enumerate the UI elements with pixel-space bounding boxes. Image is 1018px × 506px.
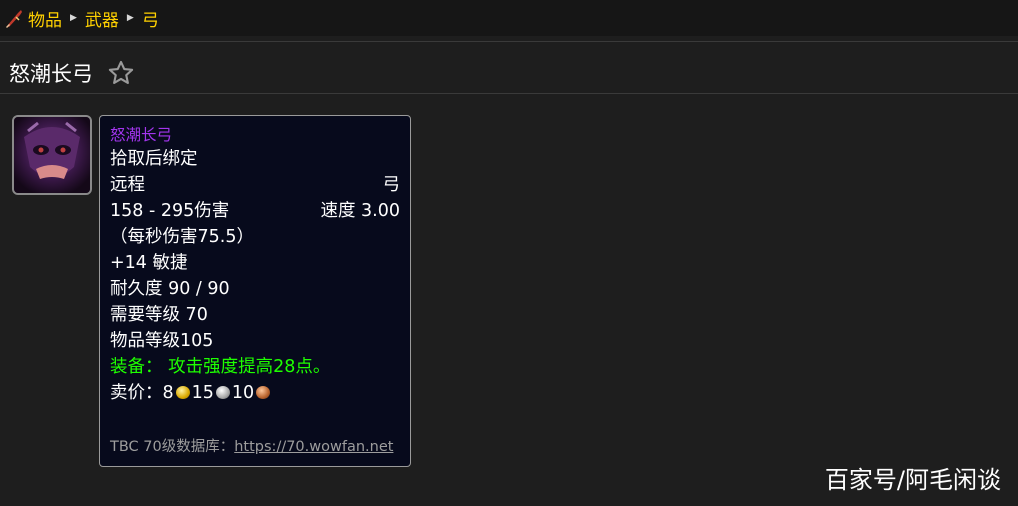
page-title: 怒潮长弓: [9, 62, 93, 86]
damage-row: 158 - 295伤害 速度 3.00: [110, 198, 400, 224]
sell-label: 卖价：: [110, 383, 163, 403]
title-row: 怒潮长弓: [9, 56, 135, 90]
item-binding: 拾取后绑定: [110, 149, 198, 169]
slot-row: 远程 弓: [110, 172, 400, 198]
top-nav-bar: 物品 ▶ 武器 ▶ 弓: [0, 0, 1018, 36]
breadcrumb-bow[interactable]: 弓: [142, 6, 159, 31]
item-slot: 远程: [110, 175, 145, 195]
sell-silver: 15: [191, 383, 214, 403]
divider: [0, 41, 1018, 42]
tooltip-footer: TBC 70级数据库：https://70.wowfan.net: [110, 435, 393, 456]
item-speed: 速度 3.00: [320, 201, 400, 221]
silver-coin-icon: [215, 386, 230, 399]
watermark: 百家号/阿毛闲谈: [824, 466, 1001, 494]
item-portrait-icon[interactable]: [12, 115, 92, 195]
footer-text: TBC 70级数据库：: [110, 439, 235, 455]
item-required-level: 需要等级 70: [110, 305, 208, 325]
item-damage: 158 - 295伤害: [110, 201, 230, 221]
item-dps: （每秒伤害75.5）: [110, 227, 254, 247]
breadcrumb-arrow-icon: ▶: [70, 13, 77, 23]
breadcrumb-items[interactable]: 物品: [28, 6, 62, 31]
breadcrumb-arrow-icon: ▶: [126, 13, 134, 23]
star-outline-icon[interactable]: [107, 59, 135, 87]
equip-effect-row: 装备： 攻击强度提高28点。: [110, 354, 400, 380]
gold-coin-icon: [175, 386, 190, 399]
copper-coin-icon: [256, 386, 271, 399]
item-level: 物品等级105: [110, 331, 214, 351]
item-name: 怒潮长弓: [110, 126, 173, 144]
equip-effect: 攻击强度提高28点。: [168, 357, 331, 377]
sell-copper: 10: [231, 383, 255, 403]
weapon-category-icon: [4, 7, 24, 29]
item-durability: 耐久度 90 / 90: [110, 279, 230, 299]
item-stat: +14 敏捷: [110, 253, 188, 273]
sell-price-row: 卖价：8 15 10: [110, 380, 400, 406]
divider: [0, 93, 1018, 94]
equip-label: 装备：: [110, 357, 163, 377]
footer-link[interactable]: https://70.wowfan.net: [234, 439, 393, 455]
item-tooltip: 怒潮长弓 拾取后绑定 远程 弓 158 - 295伤害 速度 3.00 （每秒伤…: [99, 115, 411, 467]
breadcrumb-weapons[interactable]: 武器: [85, 6, 119, 31]
item-type: 弓: [382, 175, 401, 195]
sell-gold: 8: [162, 383, 174, 403]
